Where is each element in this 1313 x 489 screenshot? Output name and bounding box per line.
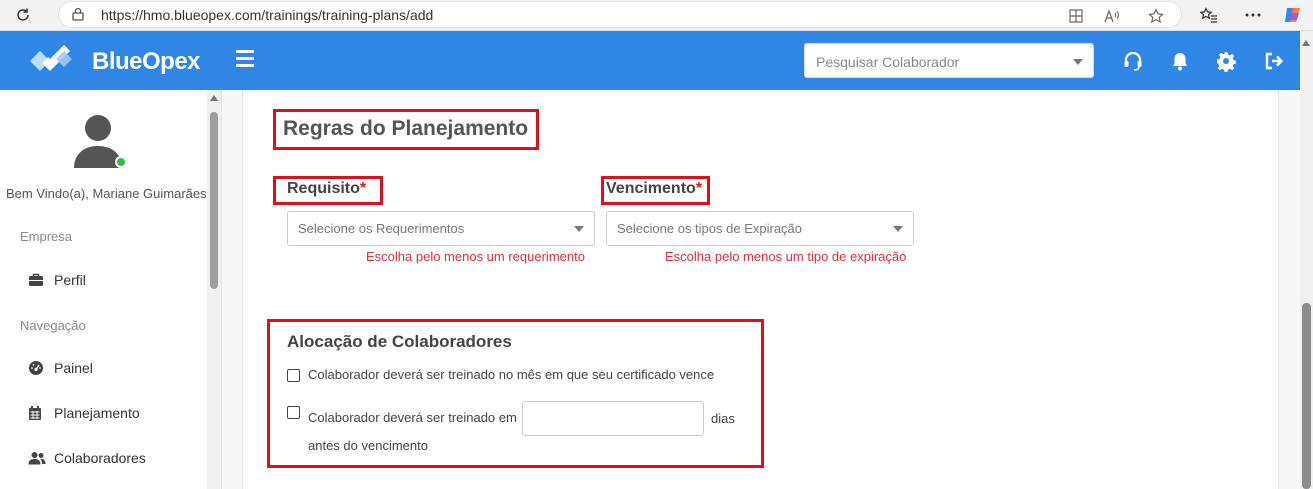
vencimento-select[interactable]: Selecione os tipos de Expiração — [606, 211, 914, 246]
blueopex-logo-icon[interactable] — [28, 43, 80, 77]
allocation-option2-label-line2: antes do vencimento — [308, 438, 428, 453]
sidebar-scroll-thumb[interactable] — [210, 112, 218, 289]
allocation-option1-checkbox[interactable] — [287, 369, 300, 382]
scroll-up-icon[interactable] — [1302, 40, 1310, 46]
requisito-placeholder: Selecione os Requerimentos — [298, 221, 465, 236]
sidebar-item-label: Colaboradores — [54, 450, 146, 466]
sidebar-item-painel[interactable]: Painel — [20, 353, 200, 383]
page-scrollbar[interactable] — [1300, 31, 1313, 489]
sidebar-item-colaboradores[interactable]: Colaboradores — [20, 443, 200, 473]
logout-icon[interactable] — [1263, 50, 1285, 72]
refresh-icon[interactable] — [11, 4, 35, 26]
briefcase-icon — [28, 272, 50, 288]
avatar[interactable] — [73, 112, 127, 170]
copilot-icon[interactable] — [1281, 4, 1305, 26]
users-icon — [28, 450, 50, 466]
requisito-select[interactable]: Selecione os Requerimentos — [287, 211, 595, 246]
chevron-down-icon — [893, 226, 903, 232]
requisito-error: Escolha pelo menos um requerimento — [366, 249, 585, 264]
favorite-star-icon[interactable] — [1145, 6, 1167, 26]
vencimento-label: Vencimento* — [606, 180, 703, 197]
days-before-input[interactable] — [522, 401, 704, 436]
days-unit-label: dias — [711, 411, 735, 426]
brand-name[interactable]: BlueOpex — [92, 48, 201, 76]
sidebar-item-label: Painel — [54, 360, 93, 376]
headset-icon[interactable] — [1122, 50, 1144, 72]
read-aloud-icon[interactable] — [1101, 6, 1123, 26]
allocation-option2-checkbox[interactable] — [287, 406, 300, 419]
app-header: BlueOpex Pesquisar Colaborador — [0, 31, 1300, 90]
sidebar: Bem Vindo(a), Mariane Guimarães Empresa … — [0, 90, 207, 489]
browser-toolbar: https://hmo.blueopex.com/trainings/train… — [0, 0, 1313, 31]
welcome-text: Bem Vindo(a), Mariane Guimarães — [6, 186, 207, 201]
gear-icon[interactable] — [1215, 50, 1237, 73]
page-scroll-thumb[interactable] — [1302, 303, 1311, 489]
allocation-option1-label[interactable]: Colaborador deverá ser treinado no mês e… — [308, 367, 714, 382]
address-bar[interactable]: https://hmo.blueopex.com/trainings/train… — [58, 1, 1182, 28]
vencimento-placeholder: Selecione os tipos de Expiração — [617, 221, 803, 236]
favorites-icon[interactable] — [1197, 4, 1221, 26]
grid-icon[interactable] — [1065, 6, 1087, 26]
chevron-down-icon — [574, 226, 584, 232]
vencimento-error: Escolha pelo menos um tipo de expiração — [665, 249, 907, 264]
sidebar-item-perfil[interactable]: Perfil — [20, 265, 200, 295]
sidebar-item-label: Perfil — [54, 272, 86, 288]
allocation-title: Alocação de Colaboradores — [287, 332, 512, 351]
url-text[interactable]: https://hmo.blueopex.com/trainings/train… — [101, 7, 433, 23]
sidebar-section-navigation: Navegação — [20, 318, 86, 333]
search-collaborator-placeholder: Pesquisar Colaborador — [816, 54, 960, 70]
sidebar-section-company: Empresa — [20, 229, 73, 244]
required-mark: * — [695, 180, 703, 197]
page-title: Regras do Planejamento — [283, 117, 529, 140]
sidebar-item-label: Planejamento — [54, 405, 140, 421]
chevron-down-icon — [1073, 59, 1083, 65]
sidebar-scrollbar[interactable] — [207, 90, 221, 489]
sidebar-item-planejamento[interactable]: Planejamento — [20, 398, 200, 428]
lock-icon[interactable] — [71, 7, 85, 21]
scroll-up-icon[interactable] — [210, 95, 218, 101]
dashboard-icon — [28, 360, 50, 376]
bell-icon[interactable] — [1169, 50, 1191, 72]
allocation-option2-label[interactable]: Colaborador deverá ser treinado em — [308, 410, 517, 425]
required-mark: * — [359, 180, 367, 197]
search-collaborator-select[interactable]: Pesquisar Colaborador — [804, 43, 1094, 78]
more-icon[interactable] — [1241, 4, 1265, 26]
menu-toggle-icon[interactable] — [236, 50, 254, 68]
calendar-icon — [28, 405, 50, 421]
requisito-label: Requisito* — [287, 180, 367, 197]
